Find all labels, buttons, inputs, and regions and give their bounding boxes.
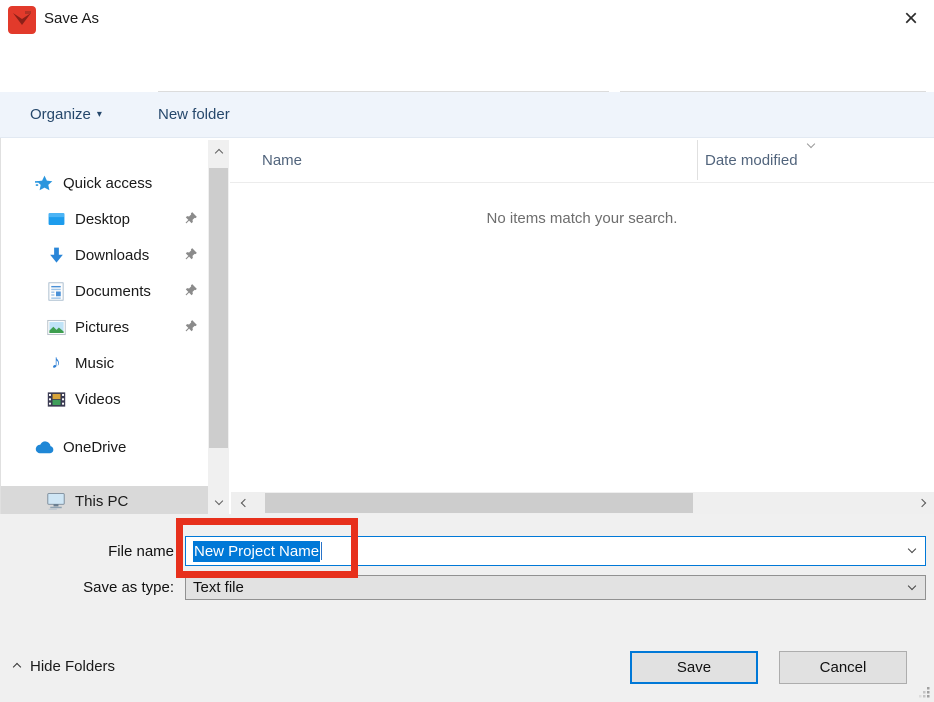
sidebar-item-label: Downloads bbox=[75, 246, 150, 264]
sidebar-item-music[interactable]: ♪ Music bbox=[0, 348, 208, 378]
footer-panel: File name New Project Name Save as type:… bbox=[0, 514, 934, 702]
sidebar-item-pictures[interactable]: Pictures bbox=[0, 312, 208, 342]
scroll-down-icon[interactable] bbox=[208, 490, 229, 512]
sidebar-item-this-pc[interactable]: This PC bbox=[0, 486, 208, 516]
save-as-type-select[interactable]: Text file bbox=[185, 575, 926, 600]
hide-folders-button[interactable]: Hide Folders bbox=[12, 658, 116, 675]
header-underline bbox=[230, 182, 934, 183]
horizontal-scrollbar[interactable] bbox=[231, 492, 934, 514]
navigation-bar: ← → ↑ This PC Downloads ↻ bbox=[0, 40, 934, 123]
sidebar-item-quick-access[interactable]: Quick access bbox=[0, 168, 208, 198]
save-button[interactable]: Save bbox=[630, 651, 758, 684]
hide-folders-label: Hide Folders bbox=[30, 658, 116, 675]
title-bar: Save As × bbox=[0, 0, 934, 40]
sidebar-item-label: Pictures bbox=[75, 318, 130, 336]
music-note-icon: ♪ bbox=[51, 352, 61, 373]
sidebar-item-videos[interactable]: Videos bbox=[0, 384, 208, 414]
quick-access-star-icon bbox=[34, 173, 54, 193]
column-filter-chevron-icon[interactable] bbox=[806, 139, 816, 149]
sidebar-item-label: Documents bbox=[75, 282, 151, 300]
save-as-type-value: Text file bbox=[193, 579, 244, 596]
close-icon[interactable]: × bbox=[893, 2, 929, 36]
command-toolbar: Organize ▾ New folder ▾ ? bbox=[0, 92, 934, 218]
sidebar-item-label: Music bbox=[75, 354, 115, 372]
pin-icon bbox=[184, 247, 198, 266]
sidebar-item-label: This PC bbox=[75, 492, 129, 510]
pin-icon bbox=[184, 283, 198, 302]
downloads-icon bbox=[46, 245, 66, 265]
annotation-highlight-box bbox=[176, 518, 358, 578]
sidebar-item-label: Desktop bbox=[75, 210, 131, 228]
sidebar-scrollbar-thumb[interactable] bbox=[209, 168, 228, 448]
organize-caret-icon: ▾ bbox=[96, 109, 102, 120]
new-folder-label: New folder bbox=[158, 106, 230, 123]
sidebar-item-onedrive[interactable]: OneDrive bbox=[0, 432, 208, 462]
onedrive-cloud-icon bbox=[34, 437, 54, 457]
save-as-dialog: Save As × ← → ↑ This PC Downloads ↻ bbox=[0, 0, 934, 702]
new-folder-button[interactable]: New folder bbox=[150, 92, 238, 137]
scroll-right-icon[interactable] bbox=[910, 492, 934, 514]
pin-icon bbox=[184, 211, 198, 230]
app-logo-v-icon bbox=[13, 11, 31, 25]
pane-divider bbox=[0, 138, 1, 516]
empty-folder-message: No items match your search. bbox=[486, 210, 678, 227]
save-as-type-label: Save as type: bbox=[83, 579, 174, 596]
cancel-button-label: Cancel bbox=[819, 659, 867, 676]
sidebar-item-label: OneDrive bbox=[63, 438, 127, 456]
pictures-icon bbox=[46, 317, 66, 337]
scroll-left-icon[interactable] bbox=[233, 492, 257, 514]
file-name-dropdown-chevron-icon[interactable] bbox=[907, 544, 917, 554]
navigation-pane: Quick access Desktop Downloads Documents… bbox=[0, 138, 208, 516]
sidebar-item-documents[interactable]: Documents bbox=[0, 276, 208, 306]
videos-film-icon bbox=[46, 389, 66, 409]
pin-icon bbox=[184, 319, 198, 338]
column-header-name[interactable]: Name bbox=[262, 152, 302, 169]
sidebar-item-label: Videos bbox=[75, 390, 121, 408]
app-icon bbox=[8, 6, 36, 34]
cancel-button[interactable]: Cancel bbox=[779, 651, 907, 684]
column-header-date-modified[interactable]: Date modified bbox=[705, 152, 798, 169]
organize-button[interactable]: Organize ▾ bbox=[22, 92, 110, 137]
file-list-area: Name Date modified No items match your s… bbox=[230, 138, 934, 492]
file-name-label: File name bbox=[108, 543, 174, 560]
scroll-up-icon[interactable] bbox=[208, 142, 229, 164]
window-title: Save As bbox=[44, 10, 100, 27]
resize-grip[interactable] bbox=[918, 686, 931, 699]
desktop-icon bbox=[46, 209, 66, 229]
documents-icon bbox=[46, 281, 66, 301]
sidebar-item-label: Quick access bbox=[63, 174, 153, 192]
horizontal-scrollbar-thumb[interactable] bbox=[265, 493, 693, 513]
column-separator[interactable] bbox=[697, 140, 698, 180]
organize-label: Organize bbox=[30, 106, 91, 123]
sidebar-item-downloads[interactable]: Downloads bbox=[0, 240, 208, 270]
collapse-chevron-icon bbox=[12, 662, 22, 671]
save-as-type-chevron-icon bbox=[907, 581, 917, 590]
this-pc-icon bbox=[46, 491, 66, 511]
save-button-label: Save bbox=[676, 659, 712, 676]
sidebar-scrollbar[interactable] bbox=[208, 140, 229, 514]
sidebar-item-desktop[interactable]: Desktop bbox=[0, 204, 208, 234]
